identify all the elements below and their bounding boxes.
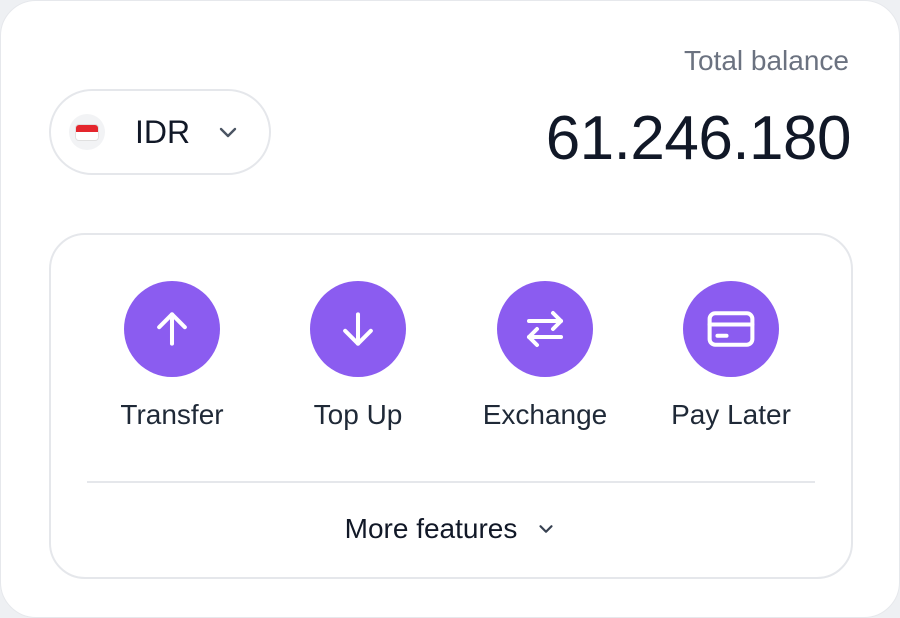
total-balance-value: 61.246.180 [545, 104, 852, 173]
top-up-button[interactable]: Top Up [265, 281, 451, 431]
transfer-label: Transfer [120, 399, 224, 430]
more-features-button[interactable]: More features [51, 513, 851, 545]
arrow-down-icon [310, 281, 406, 377]
exchange-button[interactable]: Exchange [452, 281, 638, 431]
total-balance-label: Total balance [683, 45, 849, 76]
quick-actions-panel: Transfer Top Up Exchange Pay Later More … [49, 233, 853, 579]
more-features-label: More features [344, 513, 518, 544]
top-up-label: Top Up [313, 399, 403, 430]
currency-selector[interactable]: IDR [49, 89, 271, 175]
arrow-up-icon [124, 281, 220, 377]
indonesia-flag-icon [69, 114, 105, 150]
divider [87, 481, 815, 483]
currency-code: IDR [135, 113, 191, 150]
chevron-down-icon [535, 518, 557, 540]
chevron-down-icon [216, 120, 240, 144]
transfer-button[interactable]: Transfer [79, 281, 265, 431]
balance-card: IDR Total balance 61.246.180 Transfer To… [0, 0, 900, 618]
credit-card-icon [683, 281, 779, 377]
swap-arrows-icon [497, 281, 593, 377]
pay-later-label: Pay Later [671, 399, 791, 430]
pay-later-button[interactable]: Pay Later [638, 281, 824, 431]
exchange-label: Exchange [482, 399, 608, 430]
